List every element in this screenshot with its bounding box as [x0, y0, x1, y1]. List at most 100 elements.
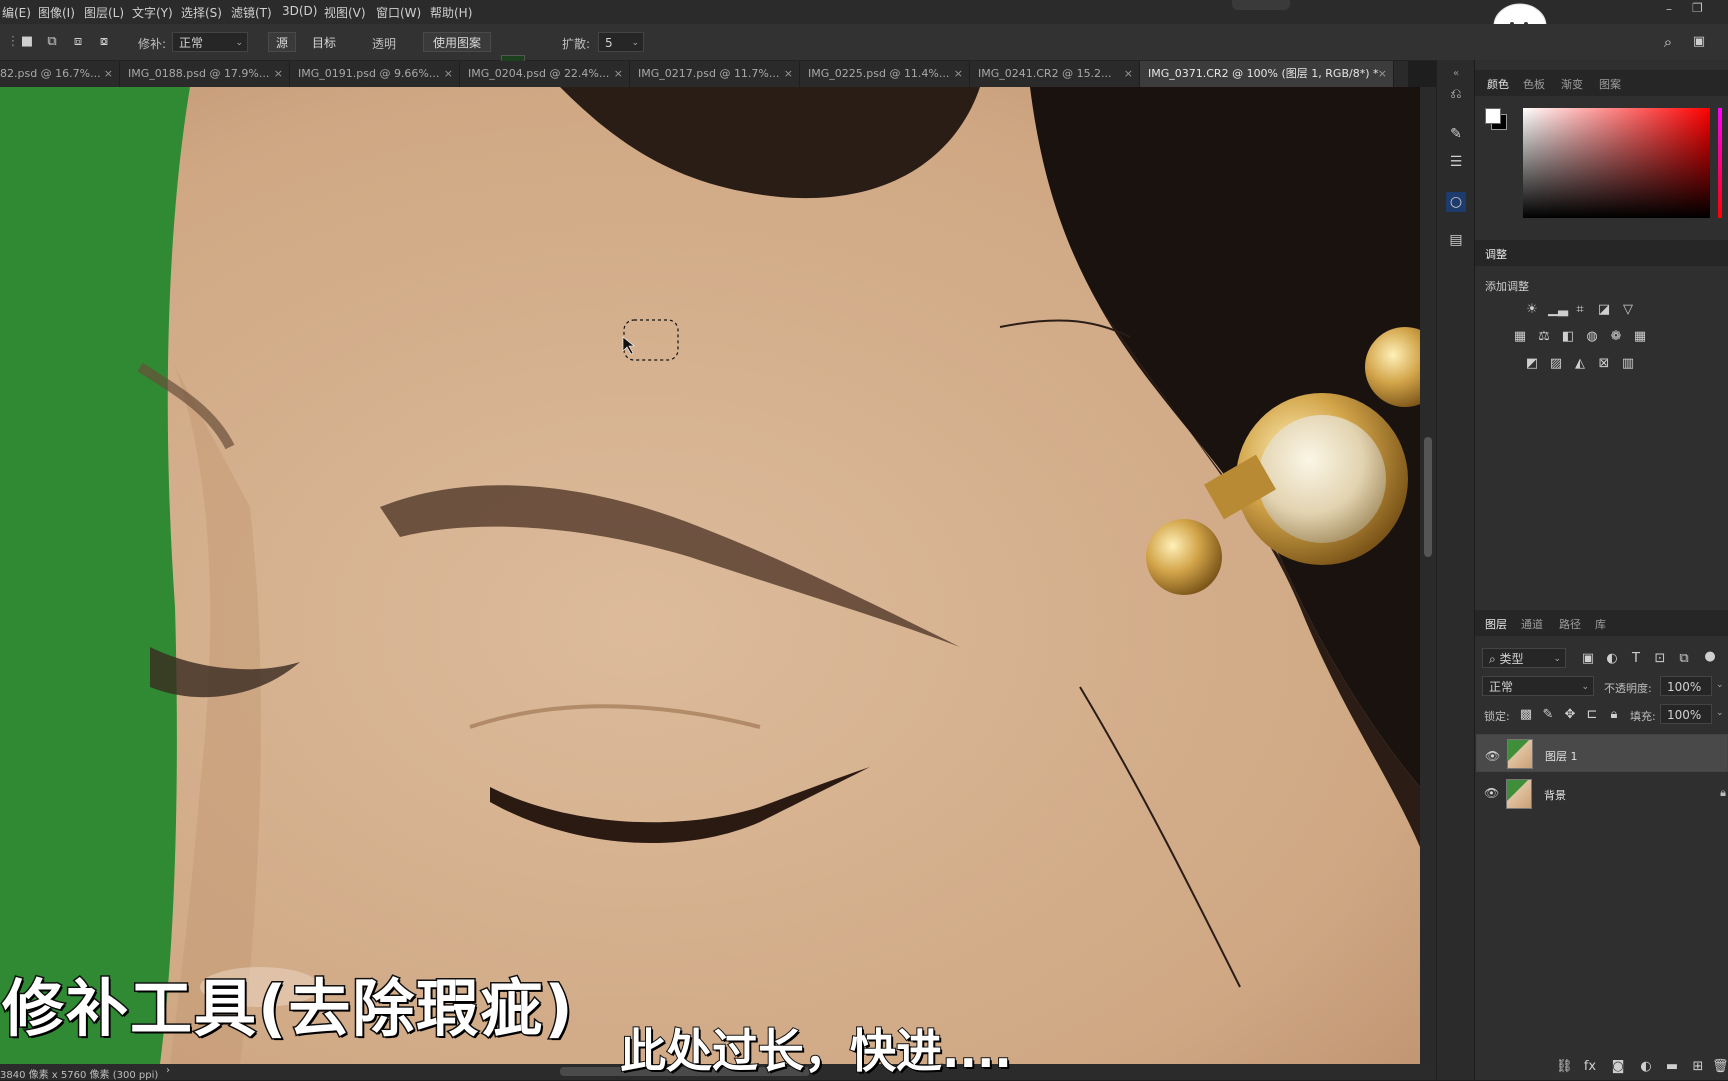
chevron-down-icon[interactable]: ⌄	[1716, 680, 1724, 690]
lock-all-icon[interactable]: 🔒︎	[1606, 708, 1622, 722]
close-icon[interactable]: ×	[1378, 61, 1387, 87]
layer-row-layer-1[interactable]: 👁︎ 图层 1	[1476, 734, 1728, 772]
new-group-icon[interactable]: ▬	[1664, 1060, 1680, 1074]
link-layers-icon[interactable]: ⛓	[1556, 1060, 1573, 1074]
subtract-selection-icon[interactable]: ⧈	[69, 33, 87, 51]
new-layer-icon[interactable]: ⊞	[1690, 1060, 1706, 1074]
filter-pixel-icon[interactable]: ▣	[1580, 652, 1596, 666]
close-icon[interactable]: ×	[1124, 61, 1133, 87]
close-icon[interactable]: ×	[784, 61, 793, 87]
color-balance-icon[interactable]: ⚖	[1536, 330, 1552, 344]
tab-color[interactable]: 颜色	[1487, 76, 1509, 92]
tab-paths[interactable]: 路径	[1559, 616, 1581, 632]
delete-layer-icon[interactable]: 🗑︎	[1712, 1060, 1728, 1074]
lock-position-icon[interactable]: ✥	[1562, 708, 1578, 722]
filter-smart-object-icon[interactable]: ⧉	[1676, 652, 1692, 666]
lock-artboard-icon[interactable]: ⊏	[1584, 708, 1600, 722]
tab-img-0225[interactable]: IMG_0225.psd @ 11.4%... ×	[800, 61, 970, 87]
filter-shape-icon[interactable]: ⊡	[1652, 652, 1668, 666]
history-icon[interactable]: ⎌	[1446, 84, 1466, 104]
foreground-color-swatch[interactable]	[1485, 108, 1501, 124]
close-icon[interactable]: ×	[444, 61, 453, 87]
adjustments-icon[interactable]: ☰	[1446, 152, 1466, 172]
search-icon[interactable]: ⌕	[1659, 33, 1677, 51]
close-icon[interactable]: ×	[104, 61, 113, 87]
vertical-scrollbar[interactable]	[1420, 87, 1436, 1064]
menu-filter[interactable]: 滤镜(T)	[231, 4, 272, 21]
menu-edit[interactable]: 编(E)	[2, 4, 31, 21]
vibrance-icon[interactable]: ▽	[1620, 303, 1636, 317]
status-arrow-icon[interactable]: ›	[166, 1065, 170, 1076]
tab-pattern[interactable]: 图案	[1599, 76, 1621, 92]
hue-slider[interactable]	[1718, 108, 1722, 218]
tab-img-0188[interactable]: IMG_0188.psd @ 17.9%... ×	[120, 61, 290, 87]
chevron-down-icon[interactable]: ⌄	[1716, 708, 1724, 718]
invert-icon[interactable]: ◩	[1524, 357, 1540, 371]
tab-img-0217[interactable]: IMG_0217.psd @ 11.7%... ×	[630, 61, 800, 87]
layer-row-background[interactable]: 👁︎ 背景 🔒︎	[1476, 775, 1728, 813]
tab-img-0371-active[interactable]: IMG_0371.CR2 @ 100% (图层 1, RGB/8*) * ×	[1140, 61, 1394, 87]
new-selection-icon[interactable]: ■	[18, 33, 36, 51]
layer-filter-select[interactable]: ⌕ 类型 ⌄	[1482, 648, 1566, 668]
channel-mixer-icon[interactable]: ❁	[1608, 330, 1624, 344]
filter-adjustment-icon[interactable]: ◐	[1604, 652, 1620, 666]
diffusion-select[interactable]: 5 ⌄	[598, 32, 644, 52]
curves-icon[interactable]: ⌗	[1572, 303, 1588, 317]
visibility-eye-icon[interactable]: 👁︎	[1484, 786, 1499, 800]
threshold-icon[interactable]: ◭	[1572, 357, 1588, 371]
document-canvas[interactable]	[0, 87, 1420, 1064]
menu-layer[interactable]: 图层(L)	[84, 4, 124, 21]
menu-help[interactable]: 帮助(H)	[430, 4, 472, 21]
menu-select[interactable]: 选择(S)	[181, 4, 222, 21]
tab-adjustments[interactable]: 调整	[1485, 246, 1507, 262]
add-selection-icon[interactable]: ⧉	[43, 33, 61, 51]
opacity-field[interactable]: 100%	[1660, 676, 1712, 696]
workspace-icon[interactable]: ▣	[1690, 33, 1708, 51]
source-button[interactable]: 源	[268, 32, 296, 52]
color-wheel-icon[interactable]: ○	[1446, 192, 1466, 212]
target-button[interactable]: 目标	[304, 32, 344, 52]
color-lookup-icon[interactable]: ▦	[1632, 330, 1648, 344]
tab-gradient[interactable]: 渐变	[1561, 76, 1583, 92]
filter-toggle-icon[interactable]: ●	[1702, 650, 1718, 664]
properties-icon[interactable]: ▤	[1446, 230, 1466, 250]
blend-mode-select[interactable]: 正常 ⌄	[1482, 676, 1594, 696]
tab-layers[interactable]: 图层	[1485, 616, 1507, 632]
close-icon[interactable]: ×	[274, 61, 283, 87]
visibility-eye-icon[interactable]: 👁︎	[1485, 746, 1500, 766]
patch-mode-select[interactable]: 正常 ⌄	[172, 32, 248, 52]
brush-settings-icon[interactable]: ✎	[1446, 124, 1466, 144]
color-field[interactable]	[1523, 108, 1710, 218]
exposure-icon[interactable]: ◪	[1596, 303, 1612, 317]
levels-icon[interactable]: ▁▃	[1548, 303, 1568, 317]
fill-field[interactable]: 100%	[1660, 704, 1712, 724]
menu-image[interactable]: 图像(I)	[38, 4, 75, 21]
posterize-icon[interactable]: ▨	[1548, 357, 1564, 371]
tab-img-0191[interactable]: IMG_0191.psd @ 9.66%... ×	[290, 61, 460, 87]
close-icon[interactable]: ×	[954, 61, 963, 87]
tab-82[interactable]: 82.psd @ 16.7%... ×	[0, 61, 120, 87]
tab-swatches[interactable]: 色板	[1523, 76, 1545, 92]
collapse-icon[interactable]: «	[1446, 64, 1466, 84]
brightness-icon[interactable]: ☀	[1524, 303, 1540, 317]
lock-transparency-icon[interactable]: ▩	[1518, 708, 1534, 722]
restore-icon[interactable]: ❐	[1692, 1, 1703, 15]
gradient-map-icon[interactable]: ▥	[1620, 357, 1636, 371]
menu-view[interactable]: 视图(V)	[324, 4, 366, 21]
hue-saturation-icon[interactable]: ▦	[1512, 330, 1528, 344]
use-pattern-button[interactable]: 使用图案	[423, 32, 491, 52]
scroll-thumb[interactable]	[1424, 437, 1432, 557]
new-adjustment-icon[interactable]: ◐	[1638, 1060, 1654, 1074]
close-icon[interactable]: ×	[614, 61, 623, 87]
fx-icon[interactable]: fx	[1582, 1060, 1598, 1074]
menu-type[interactable]: 文字(Y)	[132, 4, 173, 21]
filter-type-icon[interactable]: T	[1628, 652, 1644, 666]
add-mask-icon[interactable]: ◙	[1610, 1060, 1626, 1074]
photo-filter-icon[interactable]: ◍	[1584, 330, 1600, 344]
menu-window[interactable]: 窗口(W)	[376, 4, 421, 21]
tab-img-0241[interactable]: IMG_0241.CR2 @ 15.2... ×	[970, 61, 1140, 87]
tab-libraries[interactable]: 库	[1595, 616, 1606, 632]
lock-pixels-icon[interactable]: ✎	[1540, 708, 1556, 722]
intersect-selection-icon[interactable]: ⧇	[95, 33, 113, 51]
menu-3d[interactable]: 3D(D)	[282, 4, 317, 18]
